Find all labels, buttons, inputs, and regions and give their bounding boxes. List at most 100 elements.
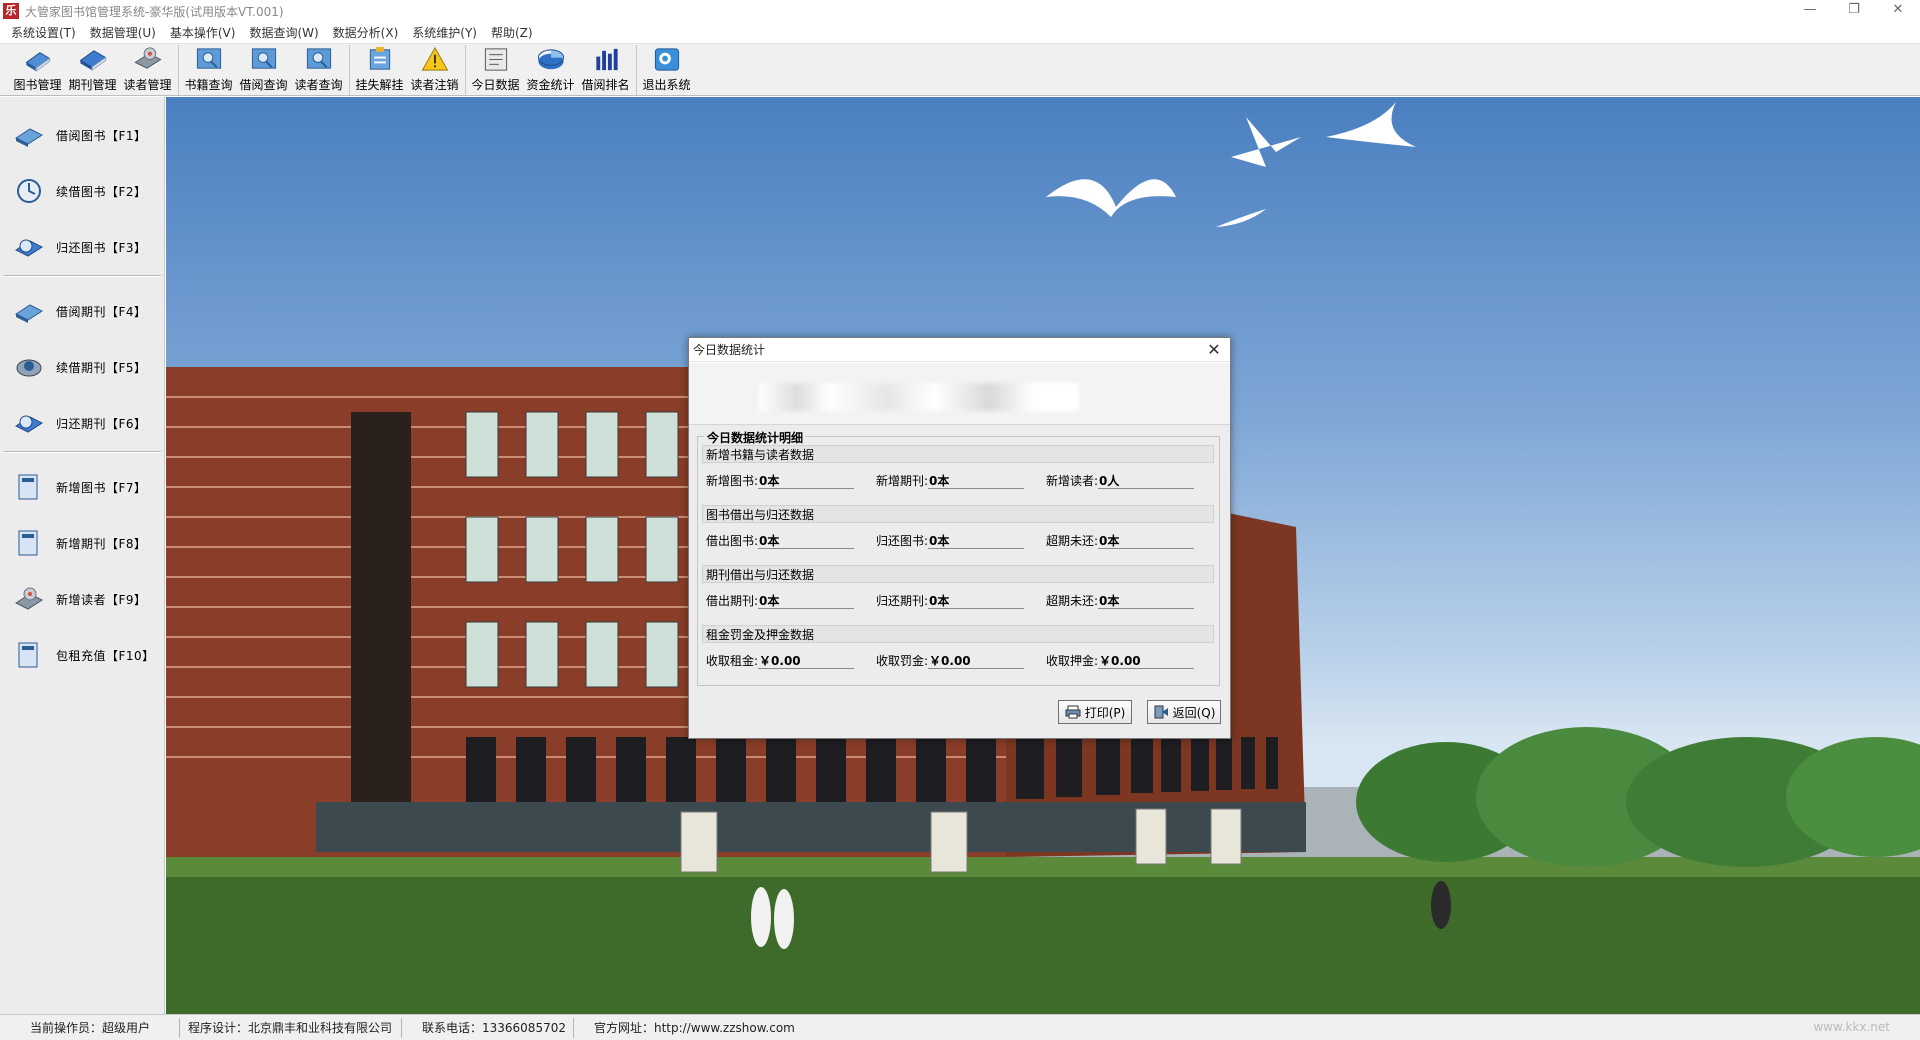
- menu-system-settings[interactable]: 系统设置(T): [4, 24, 83, 41]
- borrow-book-icon: [14, 128, 44, 147]
- toolbar-fund-statistics-button[interactable]: 资金统计: [523, 45, 578, 95]
- toolbar-today-data-button[interactable]: 今日数据: [468, 45, 523, 95]
- field-deposit-collected: 收取押金: ￥0.00: [1046, 649, 1216, 669]
- restore-button[interactable]: ❐: [1832, 0, 1876, 22]
- pie-chart-icon: [537, 49, 564, 70]
- sidebar-item-add-reader[interactable]: 新增读者【F9】: [12, 579, 162, 619]
- banner-image: [759, 383, 1079, 411]
- borrow-journal-icon: [14, 304, 44, 323]
- field-value: ￥0.00: [928, 653, 1025, 669]
- toolbar-group-statistics: 今日数据 资金统计 借阅排名: [465, 45, 633, 95]
- status-phone: 联系电话：13366085702: [402, 1017, 574, 1038]
- exit-door-icon: [1154, 705, 1168, 719]
- menu-basic-operations[interactable]: 基本操作(V): [163, 24, 243, 41]
- toolbar-reader-search-button[interactable]: 读者查询: [291, 45, 346, 95]
- journal-icon: [79, 50, 106, 72]
- field-value: 0本: [758, 533, 855, 549]
- status-designer: 程序设计：北京鼎丰和业科技有限公司: [180, 1017, 402, 1038]
- sidebar-item-return-journal[interactable]: 归还期刊【F6】: [12, 403, 162, 443]
- add-journal-icon: [18, 530, 38, 556]
- group-title: 今日数据统计明细: [704, 429, 807, 446]
- dialog-banner: [689, 363, 1230, 425]
- toolbar-book-search-button[interactable]: 书籍查询: [181, 45, 236, 95]
- field-value: 0本: [928, 533, 1025, 549]
- field-fines-collected: 收取罚金: ￥0.00: [876, 649, 1046, 669]
- watermark: www.kkx.net: [1813, 1020, 1890, 1034]
- sidebar-item-renew-journal[interactable]: 续借期刊【F5】: [12, 347, 162, 387]
- toolbar: 图书管理 期刊管理 读者管理 书籍查询 借阅查询 读者查询 挂失解挂 读者注销 …: [0, 43, 1920, 96]
- field-row: 新增图书: 0本 新增期刊: 0本 新增读者: 0人: [706, 469, 1216, 489]
- menu-data-analysis[interactable]: 数据分析(X): [326, 24, 406, 41]
- field-new-readers: 新增读者: 0人: [1046, 469, 1216, 489]
- field-value: 0本: [928, 473, 1025, 489]
- window-controls: — ❐ ✕: [1788, 0, 1920, 22]
- back-button[interactable]: 返回(Q): [1147, 700, 1221, 724]
- field-journals-lent: 借出期刊: 0本: [706, 589, 876, 609]
- printer-icon: [1065, 705, 1081, 719]
- dialog-body: 今日数据统计明细 新增书籍与读者数据 新增图书: 0本 新增期刊: 0本 新增读者:…: [689, 363, 1230, 738]
- status-operator: 当前操作员：超级用户: [0, 1017, 180, 1038]
- book-icon: [25, 52, 50, 73]
- field-value: 0人: [1098, 473, 1195, 489]
- field-journals-returned: 归还期刊: 0本: [876, 589, 1046, 609]
- menu-data-management[interactable]: 数据管理(U): [83, 24, 163, 41]
- statistics-detail-group: 今日数据统计明细 新增书籍与读者数据 新增图书: 0本 新增期刊: 0本 新增读者:…: [697, 429, 1220, 686]
- field-value: ￥0.00: [758, 653, 855, 669]
- bar-chart-icon: [595, 48, 618, 71]
- minimize-button[interactable]: —: [1788, 0, 1832, 22]
- recharge-icon: [18, 642, 38, 668]
- toolbar-group-reader-status: 挂失解挂 读者注销: [349, 45, 462, 95]
- reader-cancel-icon: [421, 46, 448, 71]
- section-heading: 新增书籍与读者数据: [702, 445, 1214, 463]
- add-book-icon: [18, 474, 38, 500]
- field-value: 0本: [1098, 533, 1195, 549]
- field-books-overdue: 超期未还: 0本: [1046, 529, 1216, 549]
- toolbar-book-management-button[interactable]: 图书管理: [10, 45, 65, 95]
- toolbar-reader-management-button[interactable]: 读者管理: [120, 45, 175, 95]
- field-rent-collected: 收取租金: ￥0.00: [706, 649, 876, 669]
- dialog-close-button[interactable]: ✕: [1204, 338, 1224, 362]
- sidebar-divider: [4, 451, 161, 453]
- toolbar-borrow-search-button[interactable]: 借阅查询: [236, 45, 291, 95]
- menu-bar: 系统设置(T) 数据管理(U) 基本操作(V) 数据查询(W) 数据分析(X) …: [0, 22, 1920, 43]
- field-row: 借出图书: 0本 归还图书: 0本 超期未还: 0本: [706, 529, 1216, 549]
- sidebar-item-borrow-book[interactable]: 借阅图书【F1】: [12, 115, 162, 155]
- sidebar-item-add-journal[interactable]: 新增期刊【F8】: [12, 523, 162, 563]
- toolbar-report-loss-button[interactable]: 挂失解挂: [352, 45, 407, 95]
- section-heading: 租金罚金及押金数据: [702, 625, 1214, 643]
- field-journals-overdue: 超期未还: 0本: [1046, 589, 1216, 609]
- renew-journal-icon: [16, 359, 42, 377]
- dialog-title-bar: 今日数据统计 ✕: [689, 338, 1230, 362]
- sidebar-item-borrow-journal[interactable]: 借阅期刊【F4】: [12, 291, 162, 331]
- menu-data-query[interactable]: 数据查询(W): [242, 24, 325, 41]
- reader-icon: [133, 47, 162, 69]
- status-bar: 当前操作员：超级用户 程序设计：北京鼎丰和业科技有限公司 联系电话：133660…: [0, 1014, 1920, 1040]
- title-bar: 乐 大管家图书馆管理系统-豪华版(试用版本VT.001) — ❐ ✕: [0, 0, 1920, 22]
- report-loss-icon: [369, 46, 390, 70]
- print-button[interactable]: 打印(P): [1058, 700, 1132, 724]
- dialog-title: 今日数据统计: [693, 343, 766, 357]
- close-window-button[interactable]: ✕: [1876, 0, 1920, 22]
- sidebar-item-renew-book[interactable]: 续借图书【F2】: [12, 171, 162, 211]
- toolbar-group-exit: 退出系统: [636, 45, 694, 95]
- add-reader-icon: [14, 587, 44, 610]
- menu-system-maintenance[interactable]: 系统维护(Y): [405, 24, 484, 41]
- field-new-books: 新增图书: 0本: [706, 469, 876, 489]
- field-value: 0本: [758, 473, 855, 489]
- section-heading: 期刊借出与归还数据: [702, 565, 1214, 583]
- return-journal-icon: [14, 415, 44, 433]
- toolbar-reader-cancel-button[interactable]: 读者注销: [407, 45, 462, 95]
- sidebar-item-return-book[interactable]: 归还图书【F3】: [12, 227, 162, 267]
- field-value: 0本: [1098, 593, 1195, 609]
- section-heading: 图书借出与归还数据: [702, 505, 1214, 523]
- sidebar-item-recharge[interactable]: 包租充值【F10】: [12, 635, 162, 675]
- toolbar-borrow-ranking-button[interactable]: 借阅排名: [578, 45, 633, 95]
- exit-icon: [654, 48, 679, 71]
- field-value: 0本: [758, 593, 855, 609]
- sidebar-item-add-book[interactable]: 新增图书【F7】: [12, 467, 162, 507]
- menu-help[interactable]: 帮助(Z): [484, 24, 540, 41]
- reader-search-icon: [306, 48, 331, 69]
- toolbar-exit-button[interactable]: 退出系统: [639, 45, 694, 95]
- toolbar-journal-management-button[interactable]: 期刊管理: [65, 45, 120, 95]
- field-value: ￥0.00: [1098, 653, 1195, 669]
